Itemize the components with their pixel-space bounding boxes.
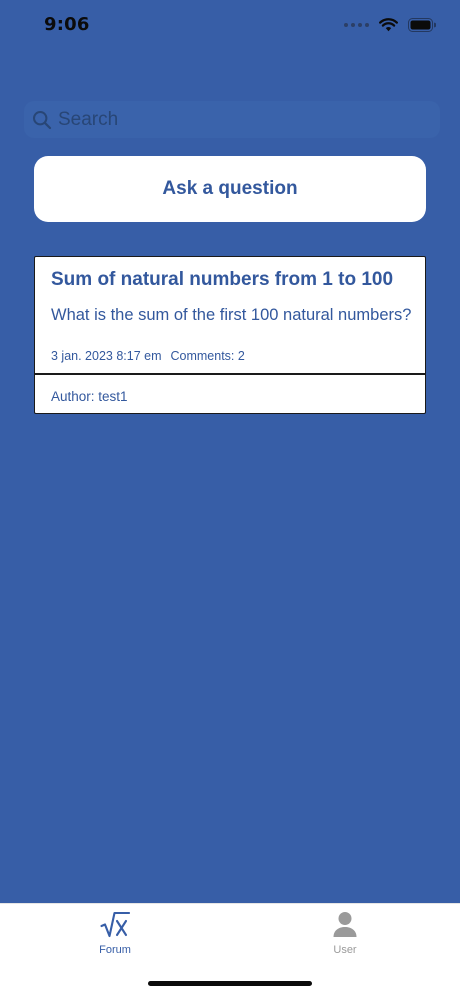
person-icon [330, 910, 360, 940]
search-bar[interactable] [24, 101, 440, 138]
battery-icon [408, 18, 436, 32]
post-comments-count: Comments: 2 [170, 349, 245, 363]
wifi-icon [379, 18, 398, 32]
post-body: What is the sum of the first 100 natural… [51, 306, 412, 324]
tab-forum[interactable]: Forum [55, 910, 175, 966]
square-root-x-icon [100, 910, 130, 940]
tab-user-label: User [333, 944, 357, 956]
post-date: 3 jan. 2023 8:17 em [51, 349, 162, 363]
home-indicator [148, 981, 312, 986]
status-time: 9:06 [44, 14, 90, 35]
search-input[interactable] [58, 104, 418, 135]
post-card[interactable]: Sum of natural numbers from 1 to 100 Wha… [34, 256, 426, 414]
ask-question-button[interactable]: Ask a question [34, 156, 426, 222]
tab-user[interactable]: User [285, 910, 405, 966]
cellular-signal-icon [344, 23, 369, 27]
status-icons [344, 17, 436, 33]
post-title: Sum of natural numbers from 1 to 100 [51, 269, 394, 290]
search-icon [32, 110, 52, 130]
post-meta: 3 jan. 2023 8:17 em Comments: 2 [51, 349, 245, 363]
post-author: Author: test1 [51, 389, 128, 404]
status-bar: 9:06 [0, 0, 460, 50]
post-divider [35, 373, 425, 375]
tab-forum-label: Forum [99, 944, 131, 956]
